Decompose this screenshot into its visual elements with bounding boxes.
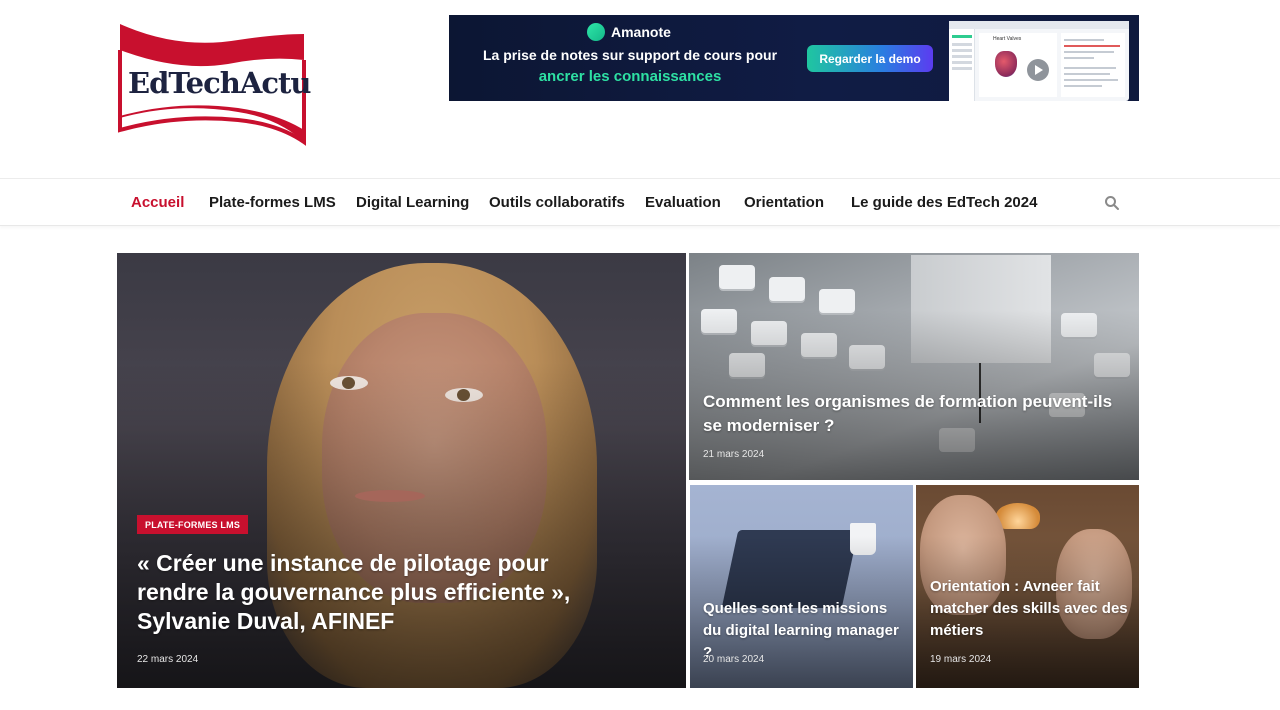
ad-demo-button[interactable]: Regarder la demo	[807, 45, 933, 72]
search-icon[interactable]	[1104, 195, 1120, 211]
article-date: 20 mars 2024	[703, 654, 765, 665]
heart-illustration-icon	[995, 51, 1017, 77]
nav-item-outils-collaboratifs[interactable]: Outils collaboratifs	[489, 194, 625, 211]
ad-subheadline: ancrer les connaissances	[538, 68, 722, 85]
nav-item-guide-edtech-2024[interactable]: Le guide des EdTech 2024	[851, 194, 1037, 211]
nav-item-digital-learning[interactable]: Digital Learning	[356, 194, 469, 211]
featured-article-date: 22 mars 2024	[137, 654, 199, 665]
article-title[interactable]: Orientation : Avneer fait matcher des sk…	[930, 576, 1130, 642]
nav-item-orientation[interactable]: Orientation	[744, 194, 824, 211]
ad-headline: La prise de notes sur support de cours p…	[482, 47, 778, 63]
site-logo[interactable]: EdTechActu	[118, 22, 311, 146]
featured-article-title[interactable]: « Créer une instance de pilotage pour re…	[137, 549, 577, 636]
article-card-top-right[interactable]: Comment les organismes de formation peuv…	[689, 253, 1139, 480]
nav-item-plate-formes-lms[interactable]: Plate-formes LMS	[209, 194, 336, 211]
ad-app-screenshot: Heart Valves	[949, 21, 1129, 101]
article-date: 19 mars 2024	[930, 654, 992, 665]
portrait-mouth	[355, 490, 425, 502]
nav-item-accueil[interactable]: Accueil	[131, 194, 184, 211]
ad-brand-name: Amanote	[611, 24, 671, 40]
article-date: 21 mars 2024	[703, 449, 765, 460]
article-card-bottom-left[interactable]: Quelles sont les missions du digital lea…	[690, 485, 913, 688]
article-title[interactable]: Comment les organismes de formation peuv…	[703, 390, 1128, 438]
ad-banner[interactable]: Amanote La prise de notes sur support de…	[449, 15, 1139, 101]
wall-lamp-illustration	[996, 503, 1040, 529]
category-badge[interactable]: PLATE-FORMES LMS	[137, 515, 249, 534]
article-card-bottom-right[interactable]: Orientation : Avneer fait matcher des sk…	[916, 485, 1139, 688]
main-navigation: Accueil Plate-formes LMS Digital Learnin…	[0, 178, 1280, 226]
logo-wordmark: EdTechActu	[128, 66, 311, 100]
play-icon	[1027, 59, 1049, 81]
ad-brand: Amanote	[587, 23, 671, 41]
amanote-logo-icon	[587, 23, 605, 41]
nav-item-evaluation[interactable]: Evaluation	[645, 194, 721, 211]
ad-screen-title: Heart Valves	[993, 36, 1022, 42]
